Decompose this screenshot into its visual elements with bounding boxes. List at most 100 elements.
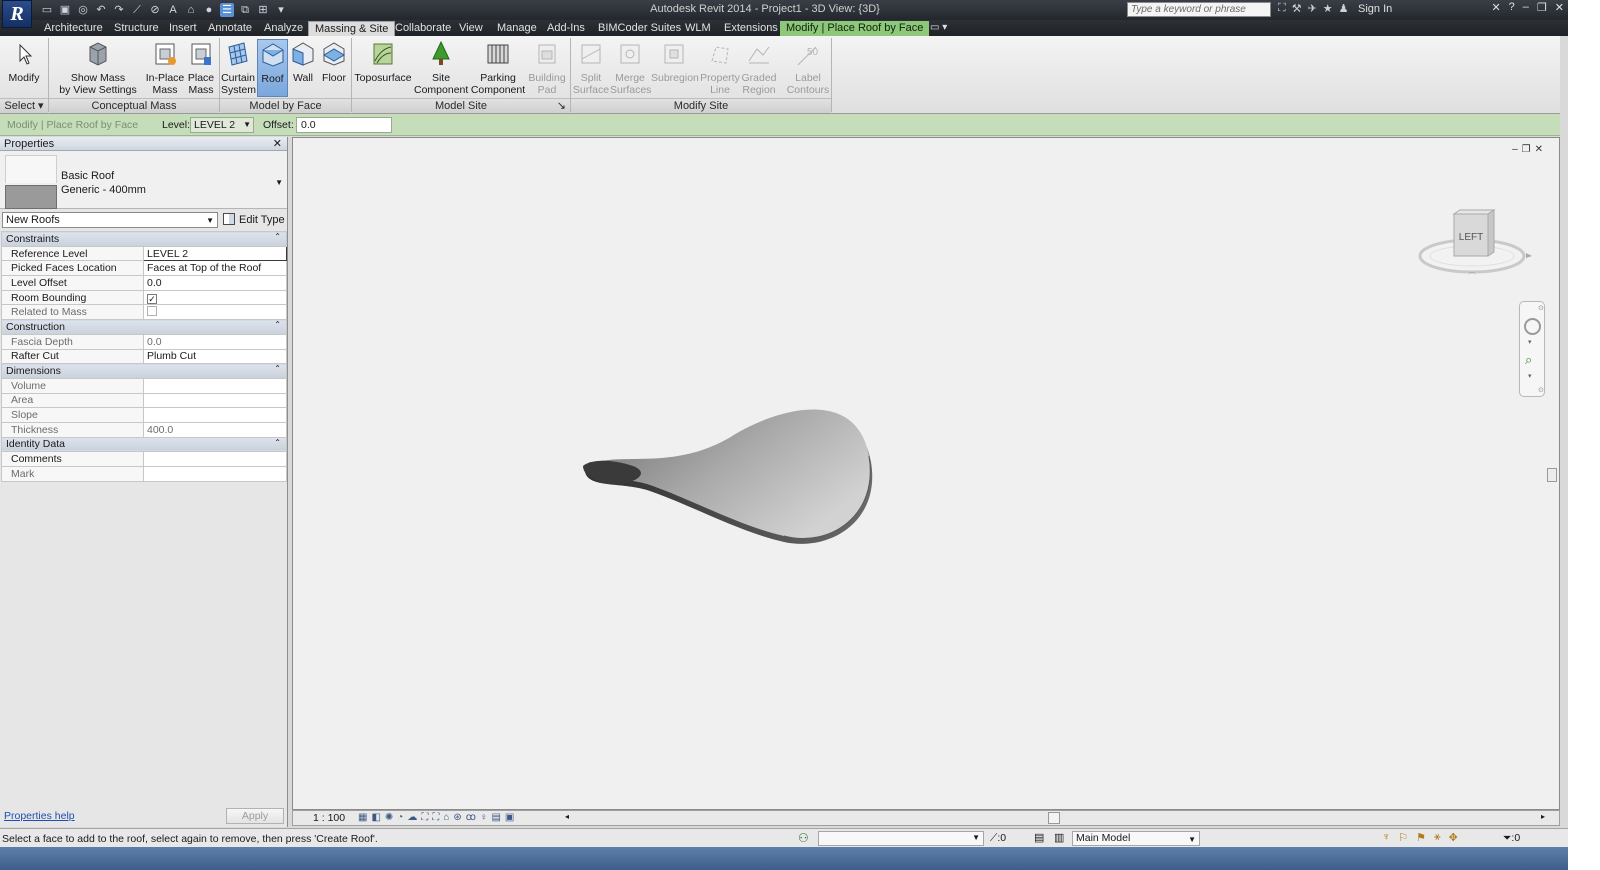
site-component-button[interactable]: Site Component: [414, 39, 468, 96]
show-crop-region-icon[interactable]: ⛶: [432, 812, 439, 823]
select-links-icon[interactable]: ♆: [1382, 831, 1390, 844]
zoom-region-icon[interactable]: ⌕: [1525, 352, 1532, 368]
collapse-icon[interactable]: ⌃: [274, 320, 281, 329]
design-options-icon[interactable]: ▥: [1054, 831, 1064, 844]
workset-dropdown[interactable]: ▼: [818, 831, 984, 846]
tab-add-ins[interactable]: Add-Ins: [541, 21, 591, 36]
instance-filter-dropdown[interactable]: New Roofs ▼: [2, 212, 218, 228]
modify-button[interactable]: Modify: [4, 39, 44, 84]
tab-massing-site[interactable]: Massing & Site: [308, 21, 396, 36]
application-menu-button[interactable]: R: [2, 0, 32, 28]
minimize-icon[interactable]: –: [1523, 1, 1529, 14]
select-by-face-icon[interactable]: ⚹: [1434, 831, 1441, 844]
tab-architecture[interactable]: Architecture: [38, 21, 109, 36]
sign-in-link[interactable]: Sign In: [1358, 3, 1392, 15]
chevron-down-icon[interactable]: ▼: [275, 178, 283, 187]
dialog-launcher-icon[interactable]: ↘: [557, 99, 566, 114]
tab-annotate[interactable]: Annotate: [202, 21, 258, 36]
apply-button[interactable]: Apply: [226, 808, 284, 824]
subregion-button[interactable]: Subregion: [651, 39, 699, 84]
split-surface-button[interactable]: Split Surface: [572, 39, 610, 96]
toposurface-button[interactable]: Toposurface: [354, 39, 412, 84]
vertical-scrollbar-thumb[interactable]: [1547, 468, 1557, 482]
comments-field[interactable]: [143, 451, 287, 467]
in-place-mass-button[interactable]: In-Place Mass: [144, 39, 186, 96]
level-offset-field[interactable]: 0.0: [143, 275, 287, 291]
collapse-icon[interactable]: ⌃: [274, 364, 281, 373]
constraints-icon[interactable]: ▣: [505, 812, 514, 823]
room-bounding-checkbox[interactable]: ✓: [147, 293, 157, 304]
model-dropdown[interactable]: Main Model ▼: [1072, 831, 1200, 846]
collapse-icon[interactable]: ⌃: [274, 438, 281, 447]
floor-by-face-button[interactable]: Floor: [319, 39, 349, 84]
close-icon[interactable]: ✕: [1535, 144, 1547, 155]
scroll-right-icon[interactable]: ▸: [1541, 812, 1545, 821]
group-constraints[interactable]: Constraints ⌃: [1, 231, 287, 247]
shadows-icon[interactable]: ◔: [397, 812, 403, 823]
highlight-displacement-icon[interactable]: ▤: [491, 812, 500, 823]
binoculars-icon[interactable]: ⛶: [1278, 2, 1286, 15]
roof-by-face-button[interactable]: Roof: [257, 39, 288, 97]
crop-view-icon[interactable]: ⛶: [421, 812, 428, 823]
curtain-system-button[interactable]: Curtain System: [221, 39, 256, 96]
close-icon[interactable]: ✕: [273, 137, 282, 151]
merge-surfaces-button[interactable]: Merge Surfaces: [610, 39, 651, 96]
type-selector[interactable]: Basic Roof Generic - 400mm ▼: [0, 151, 287, 209]
tab-collaborate[interactable]: Collaborate: [389, 21, 457, 36]
chevron-down-icon[interactable]: ▾: [1528, 338, 1532, 346]
group-construction[interactable]: Construction ⌃: [1, 319, 287, 335]
graded-region-button[interactable]: Graded Region: [741, 39, 777, 96]
label-contours-button[interactable]: 50 Label Contours: [786, 39, 830, 96]
scroll-left-icon[interactable]: ◂: [565, 812, 569, 821]
picked-faces-field[interactable]: Faces at Top of the Roof: [143, 260, 287, 277]
exchange-apps-icon[interactable]: ✕: [1491, 1, 1500, 14]
wall-by-face-button[interactable]: Wall: [289, 39, 317, 84]
detail-level-icon[interactable]: ▦: [358, 812, 367, 823]
reveal-hidden-icon[interactable]: ꝏ: [466, 812, 476, 823]
parking-component-button[interactable]: Parking Component: [470, 39, 526, 96]
favorites-star-icon[interactable]: ★: [1323, 2, 1333, 15]
communication-icon[interactable]: ✈: [1308, 2, 1317, 15]
select-pinned-icon[interactable]: ⚑: [1416, 831, 1426, 844]
analysis-icon[interactable]: ♀: [480, 812, 488, 823]
tab-modify-place-roof-by-face[interactable]: Modify | Place Roof by Face: [780, 21, 930, 36]
roof-teardrop-surface[interactable]: [579, 402, 879, 552]
building-pad-button[interactable]: Building Pad: [527, 39, 567, 96]
collapse-icon[interactable]: ⌃: [274, 232, 281, 241]
panel-model-site[interactable]: Model Site ↘: [352, 98, 570, 113]
close-navbar-icon[interactable]: ⊙: [1538, 304, 1544, 312]
worksets-icon[interactable]: ⚇: [798, 831, 809, 845]
offset-input[interactable]: 0.0: [296, 117, 392, 133]
subscription-icon[interactable]: ⚒: [1292, 2, 1302, 15]
drag-elements-icon[interactable]: ✥: [1449, 831, 1458, 844]
restore-icon[interactable]: ❐: [1522, 144, 1535, 155]
tab-analyze[interactable]: Analyze: [258, 21, 309, 36]
editing-requests-icon[interactable]: ▤: [1034, 831, 1044, 844]
tab-bimcoder-suites[interactable]: BIMCoder Suites: [592, 21, 687, 36]
group-identity-data[interactable]: Identity Data ⌃: [1, 436, 287, 453]
visual-style-icon[interactable]: ◧: [371, 812, 380, 823]
panel-select[interactable]: Select ▾: [0, 98, 48, 113]
minimize-icon[interactable]: –: [1512, 144, 1522, 155]
reference-level-field[interactable]: LEVEL 2: [143, 245, 287, 262]
navbar-options-icon[interactable]: ⊙: [1538, 386, 1544, 394]
lock-view-icon[interactable]: ⌂: [443, 812, 449, 823]
viewcube[interactable]: LEFT ⌒: [1416, 206, 1534, 286]
group-dimensions[interactable]: Dimensions ⌃: [1, 363, 287, 379]
user-icon[interactable]: ♟: [1339, 2, 1349, 15]
restore-icon[interactable]: ❐: [1537, 1, 1547, 14]
close-icon[interactable]: ✕: [1555, 1, 1564, 14]
tab-wlm[interactable]: WLM: [679, 21, 717, 36]
steering-wheel-icon[interactable]: [1524, 318, 1541, 335]
render-icon[interactable]: ☁: [407, 812, 417, 823]
view-scale[interactable]: 1 : 100: [313, 812, 345, 824]
tab-insert[interactable]: Insert: [163, 21, 203, 36]
3d-view-canvas[interactable]: –❐✕ LEFT ⌒ ⊙ ▾ ⌕ ▾ ⊙: [292, 137, 1560, 810]
place-mass-button[interactable]: Place Mass: [186, 39, 216, 96]
temporary-hide-icon[interactable]: ⊛: [453, 812, 461, 823]
horizontal-scrollbar-thumb[interactable]: [1048, 812, 1060, 824]
properties-help-link[interactable]: Properties help: [4, 810, 75, 822]
select-underlay-icon[interactable]: ⚐: [1398, 831, 1408, 844]
tab-extensions[interactable]: Extensions: [718, 21, 784, 36]
sun-path-icon[interactable]: ✺: [385, 812, 393, 823]
